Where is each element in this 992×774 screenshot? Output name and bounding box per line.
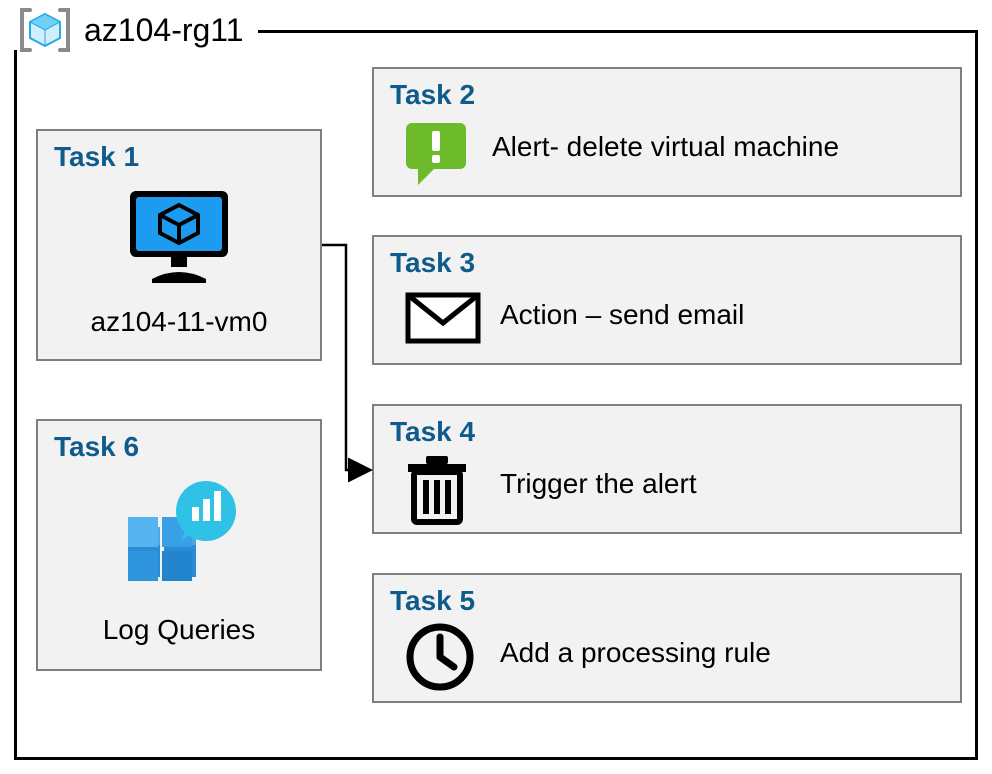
task2-box: Task 2 Alert- delete virtual machine <box>372 67 962 197</box>
envelope-icon <box>404 291 482 350</box>
clock-icon <box>404 621 476 698</box>
task4-description: Trigger the alert <box>500 468 697 500</box>
resource-group-header: az104-rg11 <box>14 10 258 50</box>
task5-title: Task 5 <box>390 585 960 617</box>
task3-box: Task 3 Action – send email <box>372 235 962 365</box>
task5-description: Add a processing rule <box>500 637 771 669</box>
diagram-canvas: az104-rg11 Task 1 az104-11-vm0 Task 6 <box>0 0 992 774</box>
task1-box: Task 1 az104-11-vm0 <box>36 129 322 361</box>
task3-title: Task 3 <box>390 247 960 279</box>
task6-title: Task 6 <box>54 431 320 463</box>
log-analytics-icon <box>38 477 320 592</box>
trash-icon <box>404 454 470 533</box>
task1-title: Task 1 <box>54 141 320 173</box>
task6-subtitle: Log Queries <box>38 614 320 646</box>
task1-subtitle: az104-11-vm0 <box>38 306 320 338</box>
resource-group-icon <box>18 8 72 52</box>
task6-box: Task 6 <box>36 419 322 671</box>
task5-box: Task 5 Add a processing rule <box>372 573 962 703</box>
vm-icon <box>38 187 320 288</box>
task4-title: Task 4 <box>390 416 960 448</box>
task3-description: Action – send email <box>500 299 744 331</box>
resource-group-name: az104-rg11 <box>84 12 244 49</box>
task4-box: Task 4 Trigger the alert <box>372 404 962 534</box>
task2-description: Alert- delete virtual machine <box>492 131 839 163</box>
task2-title: Task 2 <box>390 79 960 111</box>
alert-icon <box>404 121 474 192</box>
